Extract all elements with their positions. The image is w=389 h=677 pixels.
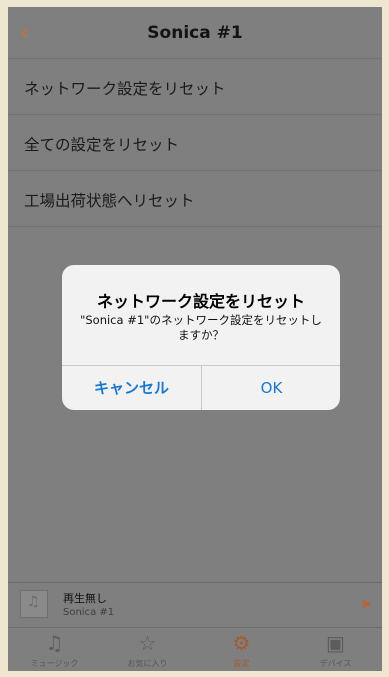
nav-bar: ‹ Sonica #1 [8, 7, 382, 59]
mini-player[interactable]: ♫ 再生無し Sonica #1 ▶ [8, 582, 382, 627]
tab-music[interactable]: ♫ ミュージック [8, 628, 101, 671]
menu-item-label: 全ての設定をリセット [24, 136, 180, 154]
tab-label: お気に入り [127, 659, 168, 668]
tab-label: ミュージック [30, 659, 79, 668]
speaker-icon: ▣ [326, 631, 345, 655]
tab-devices[interactable]: ▣ デバイス [289, 628, 382, 671]
tab-favorites[interactable]: ☆ お気に入り [101, 628, 194, 671]
album-art: ♫ [20, 590, 48, 618]
tab-label: デバイス [319, 659, 352, 668]
tab-settings[interactable]: ⚙ 設定 [195, 628, 288, 671]
menu-item-factory-reset[interactable]: 工場出荷状態へリセット [8, 171, 382, 227]
menu-item-reset-all[interactable]: 全ての設定をリセット [8, 115, 382, 171]
player-subtitle: Sonica #1 [63, 607, 115, 618]
menu-item-reset-network[interactable]: ネットワーク設定をリセット [8, 59, 382, 115]
dialog-title: ネットワーク設定をリセット [96, 292, 305, 311]
music-note-icon: ♫ [27, 594, 40, 610]
phone-screen: ‹ Sonica #1 ネットワーク設定をリセット 全ての設定をリセット 工場出… [8, 7, 382, 671]
reset-confirm-dialog: ネットワーク設定をリセット "Sonica #1"のネットワーク設定をリセットし… [62, 265, 340, 410]
cancel-button[interactable]: キャンセル [62, 366, 201, 410]
player-title: 再生無し [63, 592, 107, 605]
menu-item-label: ネットワーク設定をリセット [24, 80, 226, 98]
star-icon: ☆ [138, 631, 157, 655]
tab-bar: ♫ ミュージック ☆ お気に入り ⚙ 設定 ▣ デバイス [8, 627, 382, 671]
ok-button[interactable]: OK [202, 366, 340, 410]
dialog-message: "Sonica #1"のネットワーク設定をリセットしますか？ [80, 313, 322, 342]
menu-item-label: 工場出荷状態へリセット [24, 192, 195, 210]
play-icon[interactable]: ▶ [363, 596, 372, 610]
music-note-icon: ♫ [45, 631, 64, 655]
page-title: Sonica #1 [147, 23, 243, 43]
gear-icon: ⚙ [232, 631, 251, 655]
tab-label: 設定 [233, 659, 250, 668]
